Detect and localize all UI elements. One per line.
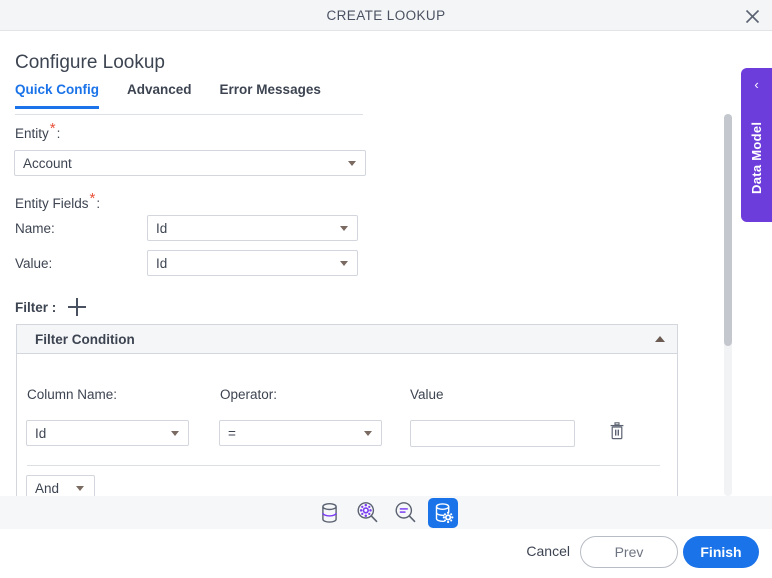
data-model-label: Data Model — [749, 121, 764, 194]
chevron-up-icon[interactable] — [655, 336, 665, 342]
name-select-value: Id — [156, 220, 168, 236]
filter-label: Filter : — [15, 299, 57, 315]
name-select[interactable]: Id — [147, 215, 358, 241]
page-title: Configure Lookup — [15, 52, 165, 73]
chevron-left-icon: ‹ — [754, 77, 759, 92]
entity-fields-label: Entity Fields*: — [15, 191, 101, 212]
search-minus-icon[interactable] — [390, 498, 420, 528]
cancel-button[interactable]: Cancel — [526, 543, 570, 559]
filter-condition-panel: Filter Condition Column Name: Operator: … — [16, 324, 678, 496]
chevron-down-icon — [171, 430, 179, 436]
column-name-header: Column Name: — [27, 387, 118, 402]
entity-label-colon: : — [56, 126, 61, 141]
filter-value-input[interactable] — [410, 420, 575, 447]
filter-column-select[interactable]: Id — [26, 420, 189, 446]
filter-section-header: Filter : — [15, 298, 87, 316]
chevron-down-icon — [348, 160, 356, 166]
entity-select-value: Account — [23, 155, 72, 171]
tab-advanced[interactable]: Advanced — [127, 82, 192, 109]
entity-label-text: Entity — [15, 126, 49, 141]
name-label: Name: — [15, 221, 55, 236]
tab-error-messages[interactable]: Error Messages — [220, 82, 321, 109]
form-scrollbar-thumb[interactable] — [724, 114, 732, 346]
configure-lookup-form: Entity*: Account Entity Fields*: Name: I… — [0, 118, 728, 496]
tab-bar: Quick Config Advanced Error Messages — [15, 82, 363, 115]
tab-quick-config[interactable]: Quick Config — [15, 82, 99, 109]
bottom-icon-toolbar — [0, 496, 772, 529]
search-settings-icon[interactable] — [352, 498, 382, 528]
logical-operator-select[interactable]: And — [26, 475, 95, 496]
value-label: Value: — [15, 256, 53, 271]
finish-button[interactable]: Finish — [683, 536, 759, 568]
prev-button[interactable]: Prev — [580, 536, 678, 568]
filter-operator-value: = — [228, 425, 236, 441]
database-settings-icon[interactable] — [428, 497, 458, 528]
chevron-down-icon — [340, 260, 348, 266]
close-icon[interactable] — [740, 4, 764, 28]
chevron-down-icon — [76, 485, 84, 491]
value-select[interactable]: Id — [147, 250, 358, 276]
entity-select[interactable]: Account — [14, 150, 366, 176]
filter-condition-body: Column Name: Operator: Value Id = And — [17, 354, 677, 496]
filter-column-value: Id — [35, 425, 47, 441]
dialog-title-bar: CREATE LOOKUP — [0, 0, 772, 31]
filter-row-divider — [27, 465, 660, 466]
chevron-down-icon — [364, 430, 372, 436]
entity-label: Entity*: — [15, 121, 61, 142]
operator-header: Operator: — [220, 387, 278, 402]
database-icon[interactable] — [314, 498, 344, 528]
entity-fields-label-text: Entity Fields — [15, 196, 89, 211]
entity-fields-label-colon: : — [96, 196, 101, 211]
chevron-down-icon — [340, 225, 348, 231]
filter-condition-header[interactable]: Filter Condition — [17, 325, 677, 354]
value-select-value: Id — [156, 255, 168, 271]
filter-operator-select[interactable]: = — [219, 420, 382, 446]
dialog-title: CREATE LOOKUP — [326, 8, 446, 23]
dialog-footer: Cancel Prev Finish — [0, 529, 772, 578]
required-asterisk: * — [49, 119, 56, 137]
plus-icon[interactable] — [68, 298, 87, 316]
value-header: Value — [410, 387, 444, 402]
filter-condition-title: Filter Condition — [35, 331, 135, 347]
logical-operator-value: And — [35, 480, 60, 496]
trash-icon[interactable] — [605, 418, 629, 444]
data-model-panel-toggle[interactable]: ‹ Data Model — [741, 68, 772, 222]
